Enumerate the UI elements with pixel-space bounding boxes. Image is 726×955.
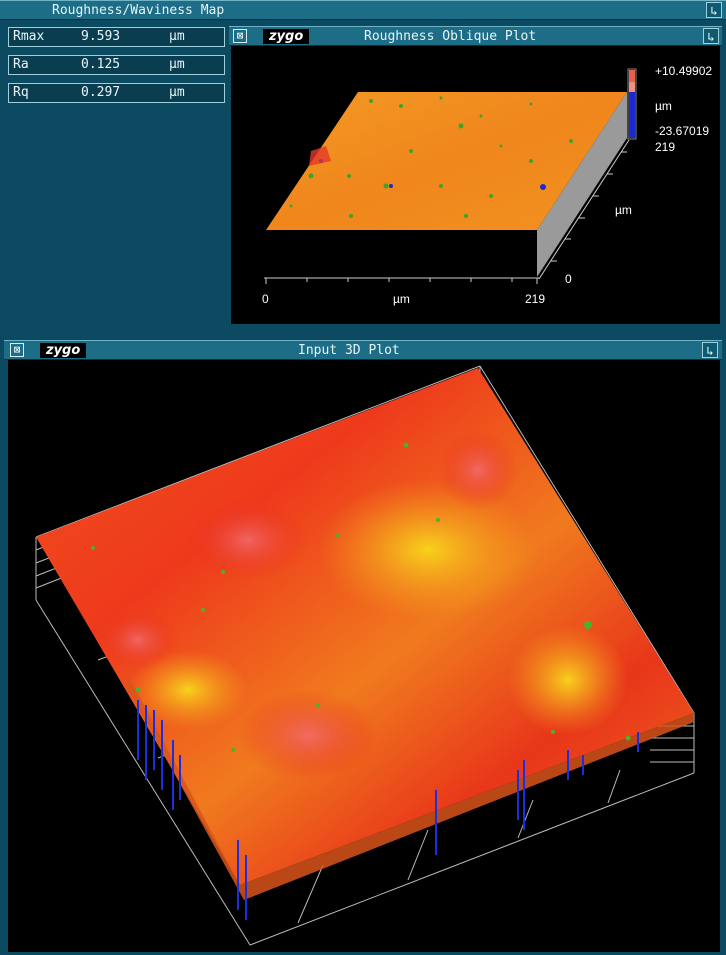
stat-unit: µm [169, 57, 185, 72]
stat-row-rmax: Rmax 9.593 µm [8, 27, 225, 47]
oblique-window-title: Roughness Oblique Plot [364, 29, 537, 44]
input-window-title: Input 3D Plot [298, 343, 400, 358]
input-plot-canvas [8, 360, 720, 952]
stat-label: Ra [13, 57, 29, 72]
window-menu-icon[interactable]: ↳ [703, 28, 719, 44]
map-window-titlebar[interactable]: Roughness/Waviness Map ↳ [0, 0, 726, 20]
stat-label: Rq [13, 85, 29, 100]
window-menu-icon[interactable]: ↳ [702, 342, 718, 358]
y-axis-max-label: 219 [655, 140, 676, 154]
zygo-logo: zygo [263, 29, 310, 44]
x-axis-min-label: 0 [262, 292, 269, 306]
input-plot-svg [35, 365, 695, 946]
stat-value: 0.125 [81, 57, 121, 72]
zygo-logo: zygo [40, 343, 87, 358]
oblique-plot-svg [264, 68, 637, 284]
stat-label: Rmax [13, 29, 45, 44]
map-window-title: Roughness/Waviness Map [52, 3, 225, 18]
stat-row-rq: Rq 0.297 µm [8, 83, 225, 103]
x-axis-max-label: 219 [525, 292, 546, 306]
scale-max-label: +10.49902 [655, 64, 713, 78]
stat-value: 0.297 [81, 85, 121, 100]
y-axis-unit-label: µm [615, 203, 632, 217]
stat-unit: µm [169, 85, 185, 100]
oblique-front-face [266, 230, 537, 277]
stat-unit: µm [169, 29, 185, 44]
window-menu-icon[interactable]: ↳ [706, 2, 722, 18]
oblique-window-titlebar[interactable]: ⊠ zygo Roughness Oblique Plot ↳ [229, 26, 722, 46]
close-box-icon[interactable]: ⊠ [233, 29, 247, 43]
input-window-titlebar[interactable]: ⊠ zygo Input 3D Plot ↳ [4, 340, 722, 360]
stat-value: 9.593 [81, 29, 121, 44]
scale-unit-label: µm [655, 99, 672, 113]
oblique-plot-canvas: +10.49902 µm -23.67019 219 µm 0 0 µm 219 [231, 46, 720, 324]
close-box-icon[interactable]: ⊠ [10, 343, 24, 357]
stat-row-ra: Ra 0.125 µm [8, 55, 225, 75]
y-axis-min-label: 0 [565, 272, 572, 286]
scale-min-label: -23.67019 [655, 124, 710, 138]
x-axis-unit-label: µm [393, 292, 410, 306]
